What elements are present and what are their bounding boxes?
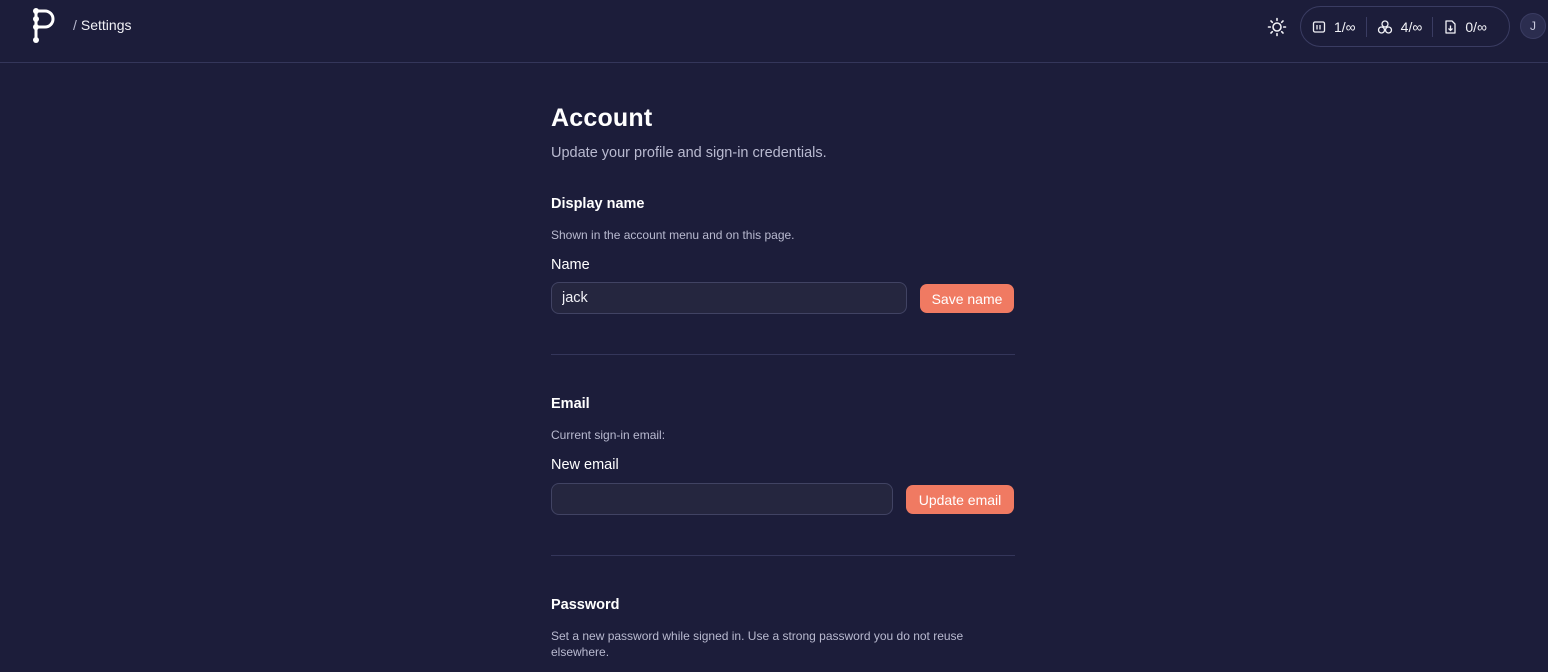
new-email-input[interactable] [551, 483, 893, 515]
usage-presentations: 1/∞ [1312, 19, 1356, 35]
download-file-icon [1445, 19, 1456, 34]
email-description: Current sign-in email: [551, 428, 666, 442]
email-title: Email [551, 396, 590, 412]
usage-downloads-value: 0/∞ [1465, 18, 1487, 35]
usage-presentations-value: 1/∞ [1334, 18, 1356, 35]
cluster-icon [1377, 19, 1392, 34]
new-email-label: New email [551, 457, 619, 473]
sun-icon[interactable] [1266, 16, 1288, 38]
breadcrumb-separator: / [73, 17, 77, 33]
avatar[interactable]: J [1520, 13, 1546, 39]
usage-divider [1365, 16, 1367, 37]
usage-clusters: 4/∞ [1377, 18, 1423, 35]
save-name-button[interactable]: Save name [920, 284, 1014, 313]
update-email-button[interactable]: Update email [906, 485, 1014, 514]
section-divider [551, 354, 1015, 355]
password-description: Set a new password while signed in. Use … [551, 629, 964, 659]
name-label: Name [551, 257, 590, 273]
section-divider [551, 555, 1015, 556]
usage-clusters-value: 4/∞ [1400, 18, 1423, 35]
breadcrumb-current: Settings [80, 17, 132, 33]
top-bar: / Settings 1/∞ 4/∞ 0/∞ J [0, 0, 1548, 63]
page-subtitle: Update your profile and sign-in credenti… [551, 145, 827, 161]
usage-downloads: 0/∞ [1443, 19, 1487, 35]
name-input[interactable] [551, 282, 907, 314]
breadcrumb: / Settings [73, 17, 131, 33]
display-name-title: Display name [551, 196, 645, 212]
display-name-description: Shown in the account menu and on this pa… [551, 228, 795, 242]
page-title: Account [551, 104, 653, 132]
password-title: Password [551, 597, 620, 613]
app-logo[interactable] [31, 7, 59, 45]
usage-counters[interactable]: 1/∞ 4/∞ 0/∞ [1300, 6, 1510, 47]
presentation-icon [1312, 20, 1326, 33]
usage-divider [1432, 16, 1434, 37]
